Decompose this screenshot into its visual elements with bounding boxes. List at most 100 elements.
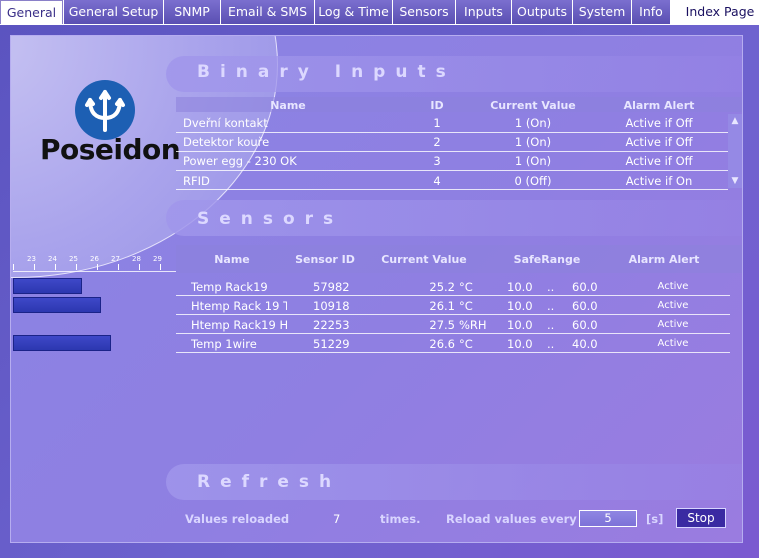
values-reloaded-label: Values reloaded	[185, 512, 290, 526]
sensor-unit: °C	[459, 337, 473, 351]
column-header-current-value: Current Value	[490, 99, 576, 112]
scale-label: 24	[48, 255, 57, 263]
column-header-name: Name	[270, 99, 306, 112]
tab-info[interactable]: Info	[631, 0, 670, 24]
sensor-unit: °C	[459, 280, 473, 294]
column-header-current-value: Current Value	[381, 253, 467, 266]
scale-baseline	[13, 271, 176, 272]
sensor-range-min: 10.0	[507, 318, 533, 332]
binary-input-id: 4	[433, 174, 441, 188]
tab-general[interactable]: General	[0, 0, 63, 24]
binary-input-value: 0 (Off)	[514, 174, 552, 188]
times-label: times.	[380, 512, 421, 526]
scroll-up-icon[interactable]: ▲	[730, 116, 740, 126]
column-header-id: ID	[430, 99, 444, 112]
scale-label: 28	[132, 255, 141, 263]
sensor-alert: Active	[657, 281, 689, 292]
seconds-unit-label: [s]	[646, 512, 664, 526]
sensor-id: 51229	[313, 337, 350, 351]
sensor-name: Htemp Rack19 H	[191, 318, 287, 332]
row-divider	[176, 151, 728, 152]
tab-outputs[interactable]: Outputs	[511, 0, 572, 24]
temperature-scale: 23 24 25 26 27 28 29	[13, 255, 173, 270]
sensor-value: 25.2	[429, 280, 455, 294]
binary-inputs-scrollbar[interactable]: ▲ ▼	[728, 114, 742, 188]
reload-interval-input[interactable]: 5	[579, 510, 637, 527]
sensors-title: Sensors	[197, 209, 344, 229]
stop-button[interactable]: Stop	[676, 508, 726, 528]
refresh-title: Refresh	[197, 472, 342, 492]
scale-label: 23	[27, 255, 36, 263]
tab-system[interactable]: System	[572, 0, 631, 24]
binary-input-alert: Active if Off	[625, 116, 693, 130]
sensor-id: 10918	[313, 299, 350, 313]
sensor-range-max: 40.0	[572, 337, 598, 351]
row-divider	[176, 189, 728, 190]
binary-input-name: Power egg - 230 OK	[183, 154, 297, 168]
row-divider	[176, 333, 730, 334]
sensor-level-bar	[13, 297, 101, 313]
tab-bar: General General Setup SNMP Email & SMS L…	[0, 0, 759, 25]
sensor-range-sep: ..	[547, 318, 555, 332]
row-divider	[176, 352, 730, 353]
sensor-id: 22253	[313, 318, 350, 332]
binary-input-id: 1	[433, 116, 441, 130]
sensor-range-min: 10.0	[507, 280, 533, 294]
sensor-name: Temp 1wire	[191, 337, 257, 351]
sensor-level-bar	[13, 335, 111, 351]
tab-general-setup[interactable]: General Setup	[63, 0, 163, 24]
reload-every-label: Reload values every	[446, 512, 577, 526]
sensor-name: Htemp Rack 19 T	[191, 299, 287, 313]
sensor-range-max: 60.0	[572, 280, 598, 294]
sensor-range-sep: ..	[547, 280, 555, 294]
binary-input-value: 1 (On)	[514, 135, 552, 149]
tab-email-sms[interactable]: Email & SMS	[220, 0, 314, 24]
sensor-value: 26.1	[429, 299, 455, 313]
binary-input-id: 3	[433, 154, 441, 168]
sensor-alert: Active	[657, 319, 689, 330]
column-header-alarm-alert: Alarm Alert	[623, 99, 695, 112]
tab-inputs[interactable]: Inputs	[455, 0, 511, 24]
logo-text: Poseidon	[40, 133, 181, 166]
column-header-sensor-id: Sensor ID	[295, 253, 355, 266]
row-divider	[176, 295, 730, 296]
tab-snmp[interactable]: SNMP	[163, 0, 220, 24]
binary-input-name: Dveřní kontakt	[183, 116, 268, 130]
sensor-range-max: 60.0	[572, 318, 598, 332]
row-divider	[176, 170, 728, 171]
sensor-value: 27.5	[429, 318, 455, 332]
sensor-unit: %RH	[459, 318, 487, 332]
sensor-id: 57982	[313, 280, 350, 294]
column-header-saferange: SafeRange	[513, 253, 581, 266]
tab-log-time[interactable]: Log & Time	[314, 0, 392, 24]
scale-label: 25	[69, 255, 78, 263]
sensor-range-max: 60.0	[572, 299, 598, 313]
sensor-unit: °C	[459, 299, 473, 313]
scale-label: 27	[111, 255, 120, 263]
column-header-name: Name	[214, 253, 250, 266]
binary-input-id: 2	[433, 135, 441, 149]
sensor-alert: Active	[657, 300, 689, 311]
scale-label: 29	[153, 255, 162, 263]
binary-input-alert: Active if Off	[625, 154, 693, 168]
column-header-alarm-alert: Alarm Alert	[628, 253, 700, 266]
tab-sensors[interactable]: Sensors	[392, 0, 455, 24]
binary-input-name: RFID	[183, 174, 210, 188]
tab-index-page[interactable]: Index Page	[680, 0, 759, 24]
sensor-range-sep: ..	[547, 299, 555, 313]
scale-label: 26	[90, 255, 99, 263]
binary-input-alert: Active if On	[625, 174, 693, 188]
sensor-name: Temp Rack19	[191, 280, 268, 294]
sensor-range-min: 10.0	[507, 299, 533, 313]
sensor-level-bar	[13, 278, 82, 294]
binary-input-name: Detektor kouře	[183, 135, 270, 149]
sensor-range-sep: ..	[547, 337, 555, 351]
poseidon-logo-icon	[75, 80, 135, 140]
binary-input-value: 1 (On)	[514, 154, 552, 168]
row-divider	[176, 314, 730, 315]
scroll-down-icon[interactable]: ▼	[730, 176, 740, 186]
sensor-value: 26.6	[429, 337, 455, 351]
sensor-range-min: 10.0	[507, 337, 533, 351]
sensor-alert: Active	[657, 338, 689, 349]
binary-input-value: 1 (On)	[514, 116, 552, 130]
